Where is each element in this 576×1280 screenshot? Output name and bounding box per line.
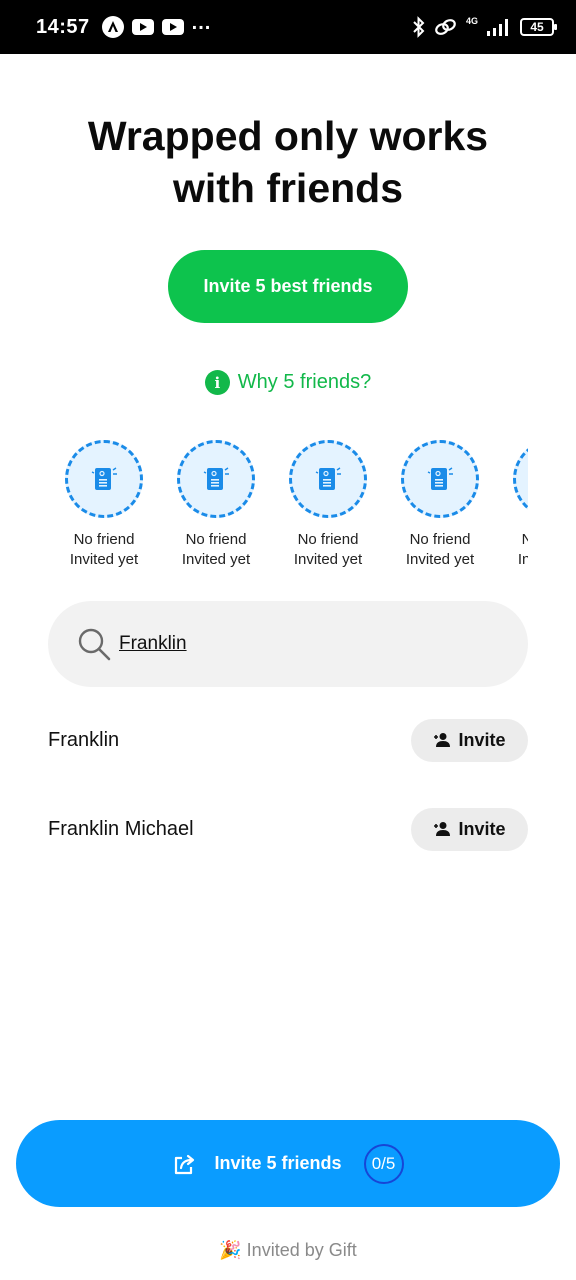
slot-label-line-1: No friend [297,531,359,548]
friend-slots[interactable]: No friend Invited yet No friend Invited … [48,440,528,580]
slot-label-line-2: Invited yet [405,551,475,568]
invite-best-friends-button[interactable]: Invite 5 best friends [168,250,408,323]
page-title-line-2: with friends [172,165,404,211]
page-title: Wrapped only works with friends [0,110,576,214]
invitation-card-icon [91,467,117,490]
status-bar: 14:57 ... 4G 45 [0,0,576,54]
why-five-friends-label: Why 5 friends? [237,371,372,393]
slot-label-line-1: No friend [185,531,247,548]
friend-slot-label: No friend Invited yet [182,530,250,570]
invite-button-label: Invite [458,729,506,750]
result-name: Franklin [48,728,120,751]
friend-slot[interactable]: No friend Invited yet [160,440,272,580]
youtube-icon [161,19,184,35]
slot-label-line-1: No friend [521,531,528,548]
empty-friend-circle [289,440,367,518]
invite-progress-counter: 0/5 [363,1143,404,1184]
invite-button[interactable]: Invite [411,718,528,762]
signal-icon [487,19,508,36]
share-icon [175,1154,195,1174]
search-result-row: Franklin Invite [48,718,528,762]
youtube-icon [131,19,154,35]
slot-label-line-2: Invited yet [69,551,139,568]
page-title-line-1: Wrapped only works [87,113,489,159]
bluetooth-icon [413,16,425,38]
friend-slot-label: No friend Invited yet [406,530,474,570]
search-input[interactable] [119,633,419,655]
app-notification-icon [101,16,124,38]
slot-label-line-1: No friend [73,531,135,548]
notification-icons: ... [101,12,212,38]
empty-friend-circle [513,440,528,518]
link-icon [435,19,456,35]
more-notifications-icon: ... [191,12,212,34]
result-name: Franklin Michael [48,817,194,840]
friend-search-bar[interactable] [48,601,528,687]
invite-button[interactable]: Invite [411,807,528,851]
search-icon [78,628,111,661]
friend-slot-label: No friend Invited yet [294,530,362,570]
empty-friend-circle [401,440,479,518]
slot-label-line-1: No friend [409,531,471,548]
info-icon: i [204,370,230,395]
friend-slot-label: No friend Invited yet [518,530,528,570]
empty-friend-circle [177,440,255,518]
why-five-friends-link[interactable]: i Why 5 friends? [0,370,576,395]
add-person-icon [434,733,451,747]
invitation-card-icon [427,467,453,490]
friend-slot[interactable]: No friend Invited yet [272,440,384,580]
invited-by-text: 🎉 Invited by Gift [219,1240,357,1260]
invitation-card-icon [203,467,229,490]
empty-friend-circle [65,440,143,518]
friend-slot[interactable]: No friend Invited yet [384,440,496,580]
friend-slot[interactable]: No friend Invited yet [496,440,528,580]
system-icons: 4G 45 [412,16,557,38]
invitation-card-icon [315,467,341,490]
network-type: 4G [465,16,478,26]
invite-five-friends-button[interactable]: Invite 5 friends 0/5 [16,1120,560,1207]
add-person-icon [434,822,451,836]
status-time: 14:57 [36,15,90,38]
slot-label-line-2: Invited yet [293,551,363,568]
friend-slot[interactable]: No friend Invited yet [48,440,160,580]
invite-five-friends-label: Invite 5 friends [214,1153,342,1173]
slot-label-line-2: Invited yet [181,551,251,568]
invite-button-label: Invite [458,818,506,839]
battery-icon: 45 [520,18,557,36]
friend-slot-label: No friend Invited yet [70,530,138,570]
slot-label-line-2: Invited yet [517,551,528,568]
search-result-row: Franklin Michael Invite [48,807,528,851]
